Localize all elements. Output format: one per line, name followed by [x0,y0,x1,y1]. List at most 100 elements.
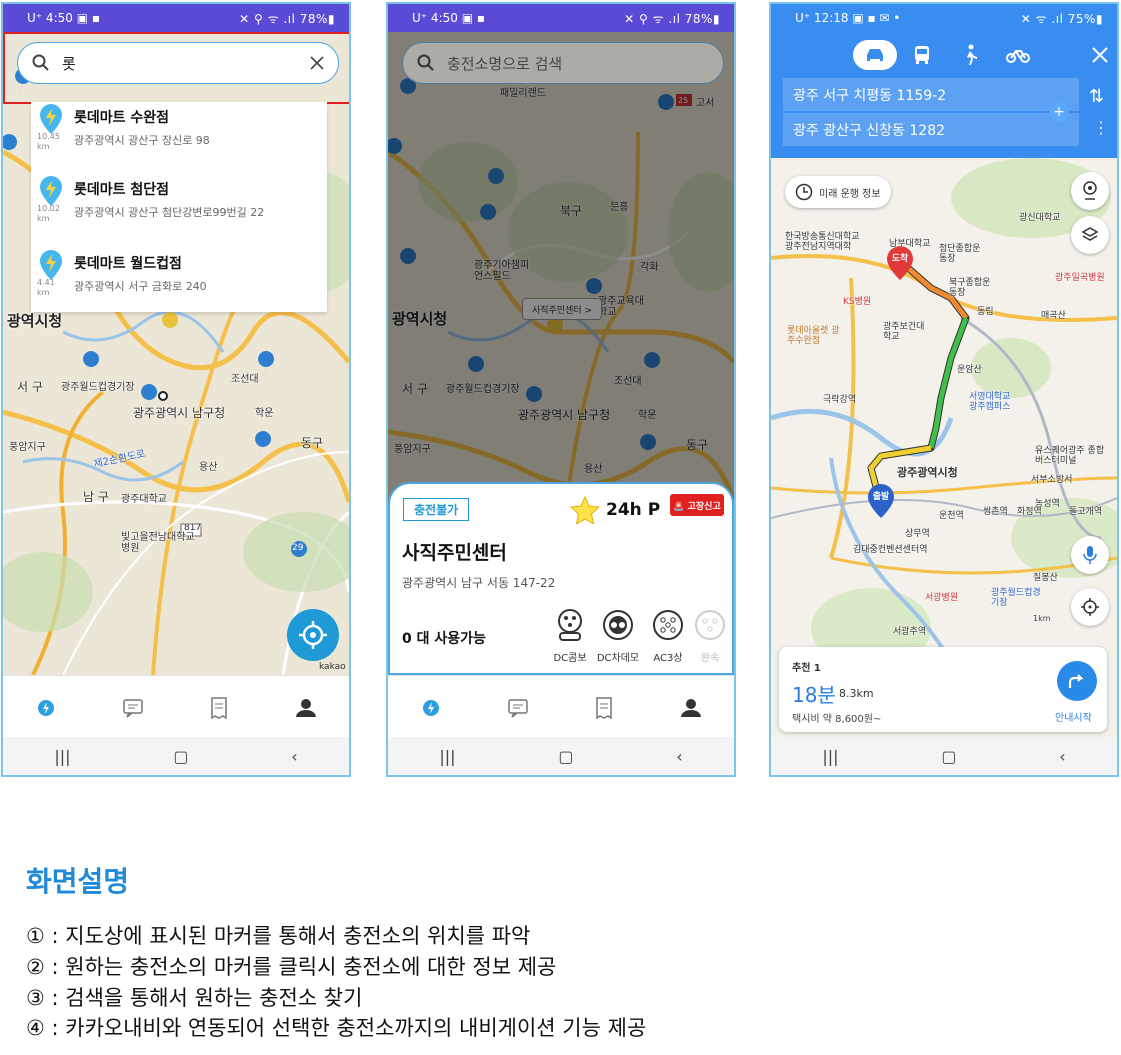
description-line: ④ : 카카오내비와 연동되어 선택한 충전소까지의 내비게이션 기능 제공 [26,1016,647,1040]
suggestion-distance: 4.41 km [37,278,55,297]
map-label: 한국방송통신대학교 광주전남지역대학 [785,232,860,252]
home-icon[interactable]: ▢ [941,747,956,766]
map-label: 29 [292,543,304,553]
map-label: 학운 [255,408,274,419]
status-right: ✕ ⚲ ᯤ .ıl 78%▮ [624,11,720,26]
status-right: ✕ ⚲ ᯤ .ıl 78%▮ [239,11,335,26]
mode-walk[interactable] [955,40,985,70]
search-suggestions: 10.45 km 롯데마트 수완점 광주광역시 광산구 장신로 98 10.02… [31,102,327,312]
recent-apps-icon[interactable]: ||| [439,747,455,766]
suggestion-address: 광주광역시 광산구 첨단강변로99번길 22 [74,206,265,219]
map-label: 롯데아울렛 광주수완점 [787,326,840,346]
recent-apps-icon[interactable]: ||| [54,747,70,766]
bottom-nav [3,675,349,739]
home-icon[interactable]: ▢ [558,747,573,766]
suggestion-name: 롯데마트 월드컵점 [74,256,182,272]
chat-icon [508,698,528,718]
charger-pin-icon [40,250,62,280]
back-icon[interactable]: ‹ [676,747,682,766]
voice-button[interactable] [1071,536,1109,574]
map-label: 서영대학교 광주캠퍼스 [969,392,1011,412]
car-icon [867,49,883,61]
mode-car[interactable] [860,40,890,70]
receipt-icon [211,696,227,719]
status-left: U⁺ 12:18 ▣ ▪ ✉ • [795,11,901,25]
nav-profile-tab[interactable] [286,688,326,728]
fault-report-button[interactable]: 🚨 고장신고 [670,494,724,516]
close-button[interactable] [1085,40,1115,70]
search-input[interactable]: 충전소명으로 검색 [447,53,709,74]
back-icon[interactable]: ‹ [1059,747,1065,766]
pin-icon [1083,181,1097,200]
route-summary-card[interactable]: 추천 1 18분 8.3km 택시비 약 8,600원~ 안내시작 [779,647,1107,732]
map-label: 서 구 [17,380,43,394]
phone-navigation-screen: U⁺ 12:18 ▣ ▪ ✉ • ✕ ᯤ .ıl 75%▮ 도착 출발 한국방송… [769,2,1119,777]
home-icon[interactable]: ▢ [173,747,188,766]
map-label: 서부소방서 [1031,475,1073,485]
back-icon[interactable]: ‹ [291,747,297,766]
my-location-button[interactable] [287,609,339,661]
origin-field[interactable]: 광주 서구 치평동 1159-2 [783,78,1079,111]
mode-bike[interactable] [1003,40,1033,70]
map-label: 817 [184,523,202,533]
nav-receipt-tab[interactable] [199,688,239,728]
nav-community-tab[interactable] [498,688,538,728]
charger-pin-icon [40,104,62,134]
future-info-button[interactable]: 미래 운행 정보 [785,176,891,208]
nav-profile-tab[interactable] [671,688,711,728]
map-label: 광주보건대학교 [883,322,925,342]
nav-receipt-tab[interactable] [584,688,624,728]
route-time: 18분 [792,683,836,707]
connector-label: AC3상 [653,653,683,664]
map-attribution: kakao [319,662,346,672]
close-icon [1092,47,1108,63]
map-label: 용산 [199,462,218,473]
map-label: 광주광역시 남구청 [133,406,226,420]
suggestion-address: 광주광역시 서구 금화로 240 [74,280,207,293]
search-bar[interactable]: 충전소명으로 검색 [402,42,724,84]
nav-map-tab[interactable] [26,688,66,728]
chademo-icon [603,610,633,640]
connector-chademo: DC차데모 [596,608,640,664]
recent-apps-icon[interactable]: ||| [822,747,838,766]
crosshair-icon [299,621,327,649]
route-header: 광주 서구 치평동 1159-2 광주 광산구 신창동 1282 + ⇅ ⋮ [771,32,1117,158]
add-waypoint-button[interactable]: + [1049,102,1069,122]
map-label: 매곡산 [1041,311,1066,321]
user-icon [680,698,701,717]
charger-icon [38,699,55,716]
nav-map-tab[interactable] [411,688,451,728]
location-pin-button[interactable] [1071,172,1109,210]
route-fare: 택시비 약 8,600원~ [792,714,882,725]
route-label: 추천 1 [792,663,821,674]
description-line: ③ : 검색을 통해서 원하는 충전소 찾기 [26,986,363,1010]
nav-community-tab[interactable] [113,688,153,728]
layers-button[interactable] [1071,216,1109,254]
suggestion-item[interactable]: 10.02 km 롯데마트 첨단점 광주광역시 광산구 첨단강변로99번길 22 [31,174,327,246]
map-label: 운암산 [957,365,982,375]
suggestion-item[interactable]: 4.41 km 롯데마트 월드컵점 광주광역시 서구 금화로 240 [31,248,327,320]
more-icon[interactable]: ⋮ [1093,118,1109,137]
mode-bus[interactable] [907,40,937,70]
phone-search-screen: U⁺ 4:50 ▣ ▪ ✕ ⚲ ᯤ .ıl 78%▮ 광역시청 서 구 광주월드… [1,2,351,777]
suggestion-item[interactable]: 10.45 km 롯데마트 수완점 광주광역시 광산구 장신로 98 [31,102,327,174]
layers-icon [1081,227,1099,241]
highlight-box [3,32,349,104]
station-address: 광주광역시 남구 서동 147-22 [402,576,556,590]
current-location-button[interactable] [1071,588,1109,626]
navigation-start-icon [1068,674,1084,688]
start-guidance-button[interactable] [1057,661,1097,701]
map-label: 서광주역 [893,627,927,637]
map-label: 운천역 [939,511,964,521]
map-label: 유스퀘어광주 종합버스터미널 [1035,446,1105,466]
destination-field[interactable]: 광주 광산구 신창동 1282 [783,113,1079,146]
map-label: 광주광역시청 [897,466,958,479]
future-info-label: 미래 운행 정보 [819,188,881,200]
status-left: U⁺ 4:50 ▣ ▪ [27,11,100,25]
map-label: KS병원 [843,297,872,307]
favorite-star-icon[interactable] [570,496,600,524]
system-nav: ||| ▢ ‹ [388,737,734,775]
hours-label: 24h P [606,500,661,520]
start-guidance-label: 안내시작 [1055,713,1092,724]
swap-icon[interactable]: ⇅ [1089,86,1104,107]
